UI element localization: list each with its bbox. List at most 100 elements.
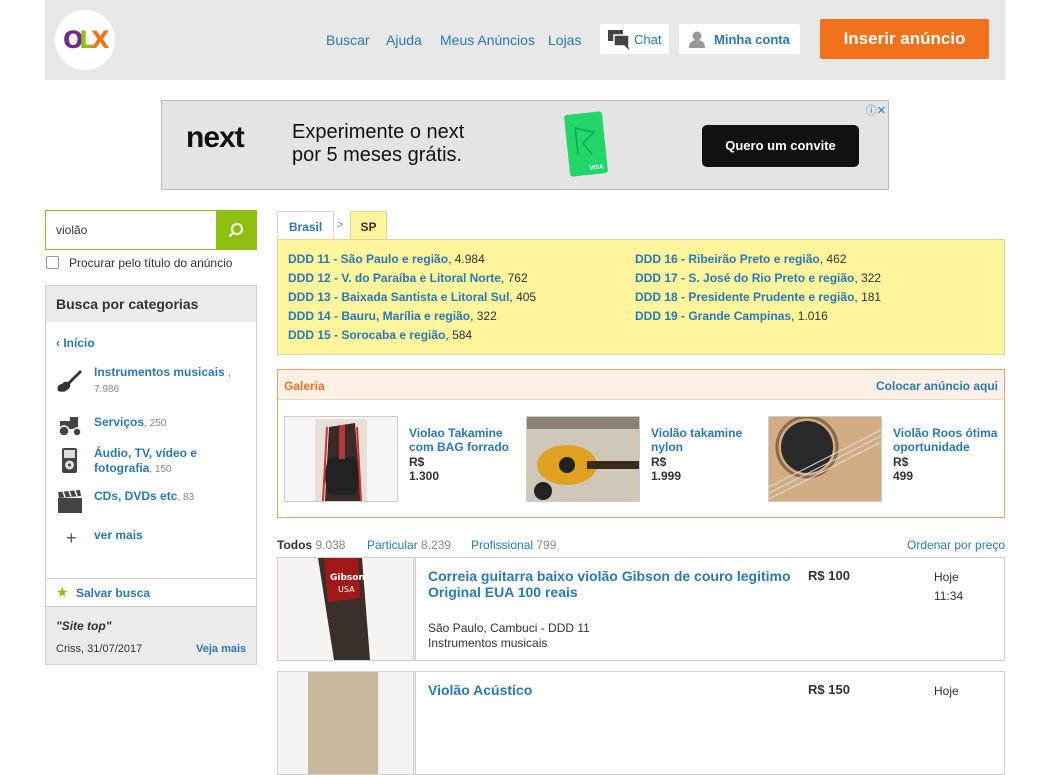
breadcrumb-sp[interactable]: SP bbox=[350, 211, 387, 241]
sidebar-item-audio[interactable]: Áudio, TV, vídeo e fotografia, 150 bbox=[56, 446, 246, 478]
tab-todos[interactable]: Todos 9.038 bbox=[277, 538, 345, 552]
listing-day: Hoje bbox=[934, 684, 959, 698]
olx-logo[interactable]: O L X bbox=[55, 10, 115, 70]
gallery-item-price: R$ 499 bbox=[893, 455, 914, 483]
sidebar-back-link[interactable]: ‹ Início bbox=[56, 336, 246, 350]
listing-title[interactable]: Violão Acústico bbox=[428, 682, 798, 698]
guitar-icon bbox=[57, 370, 82, 392]
insert-ad-button[interactable]: Inserir anúncio bbox=[820, 19, 989, 59]
nav-ajuda[interactable]: Ajuda bbox=[386, 32, 422, 48]
ad-headline: Experimente o next por 5 meses grátis. bbox=[292, 121, 522, 167]
gallery-item-title[interactable]: Violão Roos ótima oportunidade bbox=[893, 426, 1005, 454]
site-top-title: "Site top" bbox=[56, 619, 112, 633]
region-list: DDD 11 - São Paulo e região, 4.984 DDD 1… bbox=[277, 239, 1005, 355]
sidebar-item-instrumentos[interactable]: Instrumentos musicais , 7.986 bbox=[56, 365, 246, 397]
save-search-button[interactable]: ★ Salvar busca bbox=[46, 578, 256, 606]
category-count: 250 bbox=[149, 418, 167, 429]
save-search-label: Salvar busca bbox=[76, 586, 151, 600]
region-item[interactable]: DDD 12 - V. do Paraíba e Litoral Norte, … bbox=[288, 271, 528, 285]
gallery-place-ad-link[interactable]: Colocar anúncio aqui bbox=[876, 379, 998, 393]
nylon-guitar-image bbox=[527, 417, 639, 501]
region-item[interactable]: DDD 14 - Bauru, Marília e região, 322 bbox=[288, 309, 497, 323]
tractor-icon bbox=[58, 417, 82, 437]
listing-row[interactable]: Gibson USA Correia guitarra baixo violão… bbox=[277, 557, 1005, 661]
gallery-item-price: R$ 1.300 bbox=[409, 455, 440, 483]
category-name: CDs, DVDs etc bbox=[94, 489, 178, 503]
breadcrumb-separator: > bbox=[337, 219, 344, 231]
guitar-bag-image bbox=[315, 419, 367, 501]
nav-buscar[interactable]: Buscar bbox=[326, 32, 370, 48]
see-more-link[interactable]: Veja mais bbox=[196, 643, 246, 655]
site-top-meta: Criss, 31/07/2017 bbox=[56, 643, 143, 655]
listing-date: Hoje bbox=[934, 682, 959, 701]
region-item[interactable]: DDD 16 - Ribeirão Preto e região, 462 bbox=[635, 252, 846, 266]
region-item[interactable]: DDD 17 - S. José do Rio Preto e região, … bbox=[635, 271, 881, 285]
nav-lojas[interactable]: Lojas bbox=[548, 32, 581, 48]
guitar-image bbox=[278, 672, 413, 774]
gallery-thumbnail[interactable] bbox=[526, 416, 640, 502]
chat-label: Chat bbox=[634, 32, 662, 47]
site-top-box: "Site top" Criss, 31/07/2017 Veja mais bbox=[46, 606, 256, 664]
gallery-title: Galeria bbox=[284, 379, 325, 393]
listing-location: São Paulo, Cambuci - DDD 11 bbox=[428, 621, 590, 635]
logo-letter-x: X bbox=[91, 26, 109, 54]
ad-line-2: por 5 meses grátis. bbox=[292, 144, 463, 166]
sidebar-heading: Busca por categorias bbox=[46, 286, 256, 322]
chat-button[interactable]: Chat bbox=[600, 24, 669, 54]
strap-image: Gibson USA bbox=[278, 558, 413, 660]
gallery-thumbnail[interactable] bbox=[768, 416, 882, 502]
listing-row[interactable]: Violão Acústico R$ 150 Hoje bbox=[277, 671, 1005, 775]
breadcrumb-brasil[interactable]: Brasil bbox=[277, 211, 334, 240]
category-name: Instrumentos musicais bbox=[94, 365, 225, 379]
listing-category: Instrumentos musicais bbox=[428, 636, 548, 650]
gallery-header: Galeria Colocar anúncio aqui bbox=[278, 370, 1004, 400]
listing-price: R$ 100 bbox=[808, 568, 850, 583]
category-sidebar: Busca por categorias ‹ Início Instrument… bbox=[45, 285, 257, 665]
svg-text:USA: USA bbox=[338, 585, 355, 594]
ad-brand-logo: next bbox=[186, 121, 245, 154]
chat-icon bbox=[608, 30, 630, 50]
region-item[interactable]: DDD 19 - Grande Campinas, 1.016 bbox=[635, 309, 828, 323]
category-count: 7.986 bbox=[94, 384, 120, 395]
listing-thumbnail[interactable]: Gibson USA bbox=[278, 558, 416, 660]
ipod-icon bbox=[62, 448, 77, 473]
listing-day: Hoje bbox=[934, 570, 959, 584]
search-input[interactable]: violão bbox=[56, 223, 87, 237]
credit-card-image: VISA bbox=[563, 111, 609, 177]
title-only-label: Procurar pelo título do anúncio bbox=[69, 256, 233, 270]
back-link-label: ‹ Início bbox=[56, 336, 95, 350]
tab-particular[interactable]: Particular 8.239 bbox=[367, 538, 451, 552]
ad-close-icon[interactable]: ⓘ✕ bbox=[866, 102, 886, 118]
region-item[interactable]: DDD 13 - Baixada Santista e Litoral Sul,… bbox=[288, 290, 536, 304]
listing-price: R$ 150 bbox=[808, 682, 850, 697]
account-label: Minha conta bbox=[714, 32, 790, 47]
category-name: Áudio, TV, vídeo e fotografia bbox=[94, 446, 197, 475]
ad-line-1: Experimente o next bbox=[292, 121, 465, 143]
region-item[interactable]: DDD 11 - São Paulo e região, 4.984 bbox=[288, 252, 485, 266]
more-label: ver mais bbox=[94, 528, 143, 542]
account-button[interactable]: Minha conta bbox=[679, 24, 800, 54]
svg-text:Gibson: Gibson bbox=[330, 573, 365, 583]
listing-title[interactable]: Correia guitarra baixo violão Gibson de … bbox=[428, 568, 798, 600]
featured-gallery: Galeria Colocar anúncio aqui Violao Taka… bbox=[277, 369, 1005, 518]
ad-banner[interactable]: next Experimente o next por 5 meses grát… bbox=[161, 100, 889, 190]
category-count: 83 bbox=[182, 492, 195, 503]
gallery-item-title[interactable]: Violao Takamine com BAG forrado bbox=[409, 426, 521, 454]
region-item[interactable]: DDD 18 - Presidente Prudente e região, 1… bbox=[635, 290, 881, 304]
listing-thumbnail[interactable] bbox=[278, 672, 416, 774]
region-item[interactable]: DDD 15 - Sorocaba e região, 584 bbox=[288, 328, 472, 342]
ad-cta-button[interactable]: Quero um convite bbox=[702, 125, 859, 167]
search-box: violão bbox=[45, 210, 257, 250]
tab-profissional[interactable]: Profissional 799 bbox=[471, 538, 556, 552]
search-icon bbox=[228, 223, 243, 238]
search-button[interactable] bbox=[216, 211, 256, 249]
gallery-thumbnail[interactable] bbox=[284, 416, 398, 502]
gallery-item-title[interactable]: Violão takamine nylon bbox=[651, 426, 763, 454]
site-header: O L X Buscar Ajuda Meus Anúncios Lojas C… bbox=[45, 0, 1005, 80]
nav-meus-anuncios[interactable]: Meus Anúncios bbox=[440, 32, 535, 48]
category-name: Serviços bbox=[94, 415, 145, 429]
sort-by-price-link[interactable]: Ordenar por preço bbox=[907, 538, 1005, 552]
gallery-item-price: R$ 1.999 bbox=[651, 455, 682, 483]
title-only-checkbox[interactable] bbox=[46, 256, 59, 269]
listing-meta: São Paulo, Cambuci - DDD 11 Instrumentos… bbox=[428, 621, 590, 651]
